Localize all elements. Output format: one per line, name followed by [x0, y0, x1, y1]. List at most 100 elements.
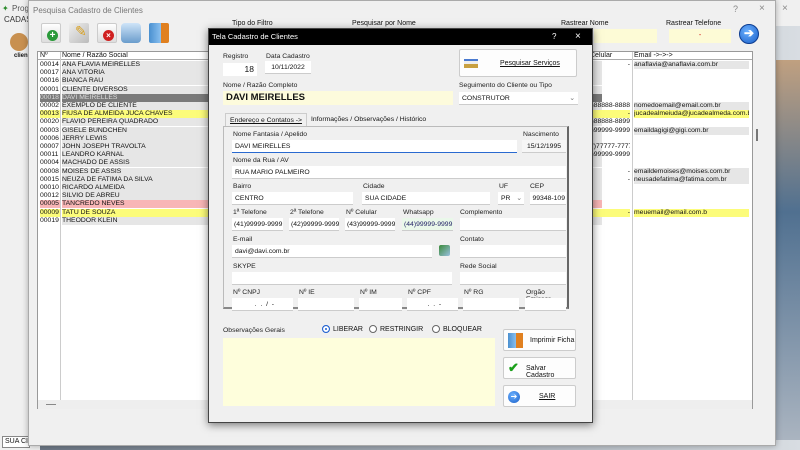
- registro-label: Registro: [223, 53, 249, 60]
- rg-field[interactable]: [463, 298, 519, 311]
- print-sheet-button[interactable]: Imprimir Ficha: [503, 329, 576, 351]
- contato-field[interactable]: [460, 245, 566, 258]
- nome-field[interactable]: DAVI MEIRELLES: [223, 91, 453, 105]
- print-icon[interactable]: [121, 23, 141, 43]
- row-email: [634, 151, 749, 153]
- vertical-scrollbar-thumb[interactable]: [756, 129, 758, 141]
- filter-type-label: Tipo do Filtro: [232, 20, 273, 27]
- radio-bloquear[interactable]: BLOQUEAR: [432, 325, 482, 333]
- tab-informacoes[interactable]: Informações / Observações / Histórico: [307, 113, 430, 126]
- uf-select[interactable]: PR ⌄: [498, 192, 524, 205]
- uf-value: PR: [501, 195, 511, 202]
- row-number: 00007: [40, 143, 59, 150]
- track-phone-input[interactable]: -: [669, 29, 731, 43]
- row-number: 00009: [40, 208, 60, 217]
- radio-bloquear-label: BLOQUEAR: [443, 325, 482, 333]
- row-cellphone: 7)77777-7777: [590, 143, 630, 150]
- row-number: 00006: [40, 134, 59, 142]
- radio-restringir-label: RESTRINGIR: [380, 325, 424, 333]
- cpf-field[interactable]: . . -: [407, 298, 458, 311]
- tab-endereco[interactable]: Endereço e Contatos ->: [225, 113, 307, 126]
- radio-icon: [432, 325, 440, 333]
- cep-field[interactable]: 99348-109: [530, 192, 566, 205]
- row-number: 00010: [40, 184, 59, 191]
- rede-social-field[interactable]: [460, 272, 566, 285]
- radio-restringir[interactable]: RESTRINGIR: [369, 325, 423, 333]
- window-title: Pesquisa Cadastro de Clientes: [33, 6, 143, 15]
- report-icon[interactable]: [149, 23, 169, 43]
- row-number: 00013: [40, 110, 60, 119]
- tel1-field[interactable]: (41)99999-9999: [232, 218, 283, 231]
- col-cellphone[interactable]: Celular: [590, 52, 630, 59]
- row-email: [634, 216, 749, 218]
- fantasia-field[interactable]: DAVI MEIRELLES: [232, 140, 517, 153]
- tel2-field[interactable]: (42)99999-9999: [289, 218, 339, 231]
- delete-icon[interactable]: ×: [97, 23, 117, 43]
- save-button[interactable]: ✔ Salvar Cadastro: [503, 357, 576, 379]
- cidade-label: Cidade: [363, 183, 385, 190]
- send-email-icon[interactable]: [439, 245, 450, 256]
- help-button[interactable]: ?: [733, 4, 738, 14]
- bairro-field[interactable]: CENTRO: [232, 192, 353, 205]
- segmento-select[interactable]: CONSTRUTOR ⌄: [459, 92, 578, 105]
- segmento-label: Seguimento do Cliente ou Tipo: [459, 82, 552, 89]
- print-icon: [508, 333, 523, 348]
- save-label: Salvar Cadastro: [526, 365, 555, 379]
- celular-label: Nº Celular: [346, 209, 377, 216]
- observacoes-textarea[interactable]: [223, 338, 495, 406]
- clients-label[interactable]: clien: [14, 53, 28, 59]
- row-number: 00014: [40, 61, 59, 68]
- print-sheet-label: Imprimir Ficha: [530, 337, 575, 344]
- clients-icon[interactable]: [10, 33, 28, 51]
- services-icon: [464, 59, 478, 68]
- row-number: 00011: [40, 151, 59, 159]
- row-cellphone: )88888-8899: [591, 118, 630, 126]
- tel2-label: 2ª Telefone: [290, 209, 324, 216]
- orgao-emissor-field[interactable]: [525, 298, 566, 311]
- col-number[interactable]: Nº: [40, 52, 60, 59]
- search-services-label: Pesquisar Serviços: [500, 60, 560, 67]
- row-number: 00016: [40, 77, 59, 85]
- close-button[interactable]: ×: [759, 3, 765, 14]
- row-cellphone: )99999-9999: [591, 126, 630, 134]
- cidade-field[interactable]: SUA CIDADE: [362, 192, 490, 205]
- exit-button[interactable]: ➔ SAIR: [503, 385, 576, 407]
- fantasia-label: Nome Fantasia / Apelido: [233, 131, 308, 138]
- skype-field[interactable]: [232, 272, 452, 285]
- row-email: [634, 93, 749, 95]
- contato-label: Contato: [460, 236, 484, 243]
- whatsapp-label: Whatsapp: [403, 209, 434, 216]
- celular-field[interactable]: (43)99999-9999: [345, 218, 395, 231]
- bairro-label: Bairro: [233, 183, 252, 190]
- nascimento-field[interactable]: 15/12/1995: [522, 140, 566, 153]
- rua-field[interactable]: RUA MARIO PALMEIRO: [232, 166, 566, 179]
- chevron-down-icon: ⌄: [516, 195, 522, 202]
- row-cellphone: -: [590, 110, 630, 119]
- dialog-help-button[interactable]: ?: [552, 29, 556, 45]
- status-city: SUA CIDADE: [2, 436, 30, 448]
- edit-icon[interactable]: ✎: [69, 23, 89, 43]
- row-email: [634, 143, 749, 144]
- skype-label: SKYPE: [233, 263, 256, 270]
- desktop-background-right: [776, 60, 800, 440]
- data-cadastro-field[interactable]: 10/11/2022: [265, 61, 311, 74]
- radio-liberar[interactable]: LIBERAR: [322, 325, 363, 333]
- ie-field[interactable]: [298, 298, 354, 311]
- check-icon: ✔: [508, 360, 519, 375]
- cnpj-field[interactable]: . . / -: [232, 298, 293, 311]
- im-field[interactable]: [359, 298, 402, 311]
- go-arrow-button[interactable]: ➔: [739, 24, 759, 44]
- email-field[interactable]: davi@davi.com.br: [232, 245, 432, 258]
- complemento-field[interactable]: [460, 218, 566, 231]
- search-services-button[interactable]: Pesquisar Serviços: [459, 49, 577, 77]
- track-name-input[interactable]: [594, 29, 657, 43]
- row-email: [634, 184, 749, 185]
- segmento-value: CONSTRUTOR: [462, 95, 510, 102]
- dialog-close-button[interactable]: ×: [575, 29, 581, 45]
- app-logo-icon: ✦: [2, 4, 9, 13]
- whatsapp-field[interactable]: (44)99999-9999: [402, 218, 453, 231]
- col-email[interactable]: Email ->->->: [634, 52, 749, 59]
- row-cellphone: )99999-9999: [591, 151, 630, 159]
- address-panel: Nome Fantasia / Apelido DAVI MEIRELLES N…: [223, 126, 569, 311]
- add-icon[interactable]: +: [41, 23, 61, 43]
